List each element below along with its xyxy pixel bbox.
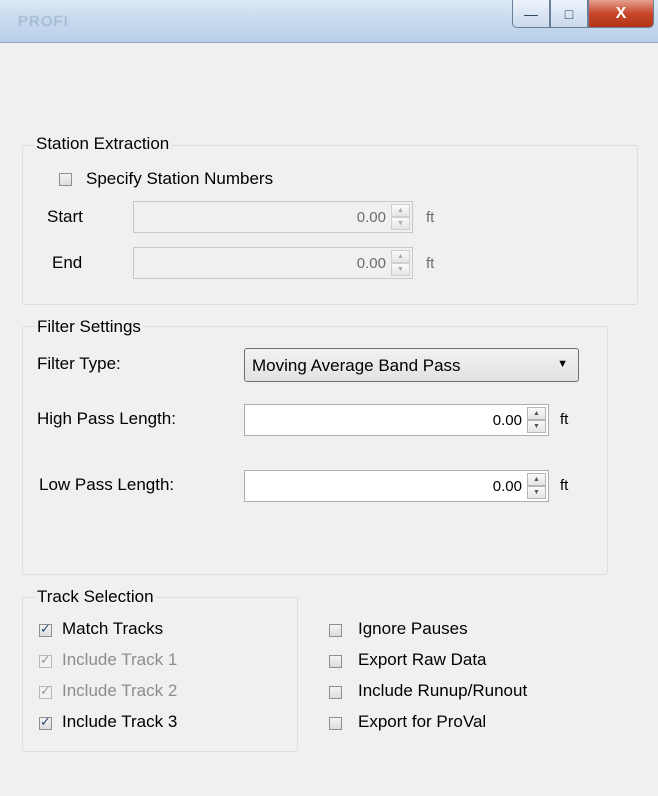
spin-down-icon[interactable]: ▼	[391, 217, 410, 230]
ignore-pauses-label: Ignore Pauses	[358, 619, 468, 638]
filter-type-label: Filter Type:	[37, 354, 121, 373]
filter-type-dropdown[interactable]: Moving Average Band Pass ▼	[244, 348, 579, 382]
include-track-1-label: Include Track 1	[62, 650, 178, 669]
include-track-2-label: Include Track 2	[62, 681, 178, 700]
spin-up-icon[interactable]: ▲	[391, 204, 410, 217]
start-station-spinner[interactable]: ▲ ▼	[391, 204, 410, 230]
chevron-down-icon: ▼	[557, 358, 568, 370]
high-pass-length-spinner[interactable]: ▲ ▼	[527, 407, 546, 433]
match-tracks-checkbox[interactable]	[39, 621, 52, 637]
maximize-button[interactable]: □	[550, 0, 588, 28]
low-pass-unit: ft	[560, 477, 569, 494]
specify-station-numbers-checkbox[interactable]	[59, 173, 72, 186]
include-track-3-checkbox[interactable]	[39, 714, 52, 730]
export-raw-data-checkbox[interactable]	[329, 655, 342, 668]
low-pass-length-label: Low Pass Length:	[39, 475, 175, 494]
track-selection-legend: Track Selection	[35, 587, 156, 607]
window-titlebar[interactable]: PROFI — □ X	[0, 0, 658, 43]
include-track-1-checkbox[interactable]	[39, 652, 52, 668]
spin-down-icon[interactable]: ▼	[527, 486, 546, 499]
include-track-2-checkbox[interactable]	[39, 683, 52, 699]
window-controls: — □ X	[512, 0, 654, 30]
export-for-proval-checkbox[interactable]	[329, 717, 342, 730]
low-pass-length-spinner[interactable]: ▲ ▼	[527, 473, 546, 499]
high-pass-unit: ft	[560, 411, 569, 428]
window-title: PROFI	[18, 13, 69, 30]
match-tracks-label: Match Tracks	[62, 619, 164, 638]
export-raw-data-label: Export Raw Data	[358, 650, 487, 669]
start-label: Start	[47, 207, 83, 226]
station-extraction-legend: Station Extraction	[34, 134, 172, 154]
start-station-input[interactable]: 0.00 ▲ ▼	[133, 201, 413, 233]
end-unit: ft	[426, 255, 435, 272]
minimize-button[interactable]: —	[512, 0, 550, 28]
spin-down-icon[interactable]: ▼	[527, 420, 546, 433]
include-runup-runout-label: Include Runup/Runout	[358, 681, 528, 700]
include-runup-runout-checkbox[interactable]	[329, 686, 342, 699]
filter-settings-legend: Filter Settings	[35, 317, 143, 337]
end-station-spinner[interactable]: ▲ ▼	[391, 250, 410, 276]
specify-station-numbers-label: Specify Station Numbers	[86, 169, 274, 188]
spin-up-icon[interactable]: ▲	[527, 473, 546, 486]
include-track-3-label: Include Track 3	[62, 712, 178, 731]
low-pass-length-value: 0.00	[492, 478, 522, 495]
high-pass-length-value: 0.00	[492, 412, 522, 429]
spin-up-icon[interactable]: ▲	[391, 250, 410, 263]
ignore-pauses-checkbox[interactable]	[329, 624, 342, 637]
start-unit: ft	[426, 209, 435, 226]
end-label: End	[52, 253, 83, 272]
low-pass-length-input[interactable]: 0.00 ▲ ▼	[244, 470, 549, 502]
high-pass-length-label: High Pass Length:	[37, 409, 176, 428]
export-for-proval-label: Export for ProVal	[358, 712, 487, 731]
end-station-input[interactable]: 0.00 ▲ ▼	[133, 247, 413, 279]
filter-type-value: Moving Average Band Pass	[252, 356, 461, 375]
end-station-value: 0.00	[356, 255, 386, 272]
high-pass-length-input[interactable]: 0.00 ▲ ▼	[244, 404, 549, 436]
spin-up-icon[interactable]: ▲	[527, 407, 546, 420]
start-station-value: 0.00	[356, 209, 386, 226]
spin-down-icon[interactable]: ▼	[391, 263, 410, 276]
close-button[interactable]: X	[588, 0, 654, 28]
